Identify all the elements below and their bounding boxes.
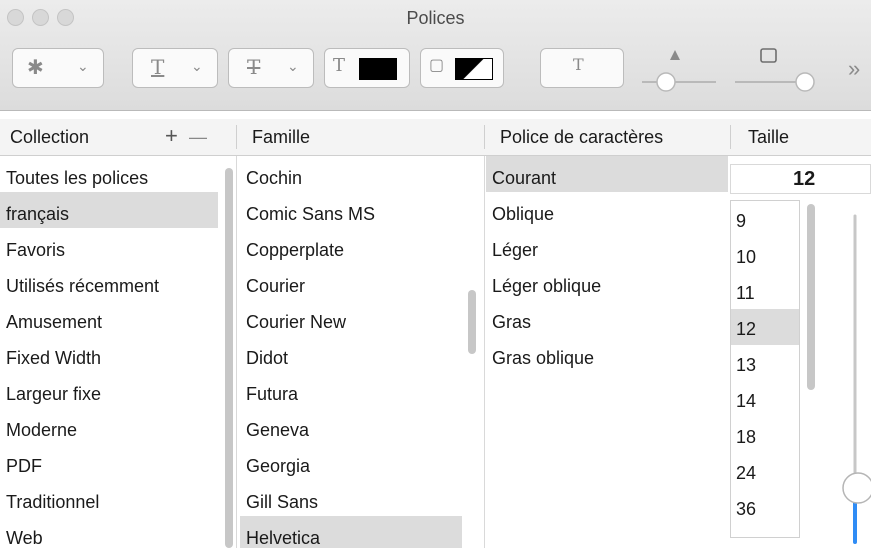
list-item[interactable]: Léger oblique bbox=[486, 264, 728, 300]
window-title: Polices bbox=[406, 8, 465, 28]
list-item[interactable]: Oblique bbox=[486, 192, 728, 228]
list-item[interactable]: Futura bbox=[240, 372, 462, 408]
text-strikethrough-icon: T bbox=[247, 55, 261, 79]
families-scrollbar[interactable] bbox=[468, 290, 476, 354]
remove-collection-button[interactable]: — bbox=[189, 127, 207, 148]
list-item[interactable]: Fixed Width bbox=[0, 336, 218, 372]
list-item[interactable]: 11 bbox=[731, 273, 799, 309]
collection-header: Collection bbox=[10, 127, 90, 147]
chevron-down-icon: ⌄ bbox=[77, 58, 89, 74]
column-header-row: Collection + — Famille Police de caractè… bbox=[0, 119, 871, 156]
list-item[interactable]: Geneva bbox=[240, 408, 462, 444]
text-color-icon: T bbox=[333, 55, 346, 76]
families-list: Cochin Comic Sans MS Copperplate Courier… bbox=[240, 156, 462, 548]
shadow-opacity-slider[interactable] bbox=[640, 44, 720, 94]
toolbar: Polices ✱ ⌄ T ⌄ T ⌄ T ▢ T » bbox=[0, 0, 871, 111]
action-menu-button[interactable]: ✱ ⌄ bbox=[12, 48, 104, 88]
list-item[interactable]: 24 bbox=[731, 453, 799, 489]
triangle-up-icon bbox=[670, 50, 680, 60]
list-item[interactable]: Toutes les polices bbox=[0, 156, 218, 192]
size-slider[interactable] bbox=[836, 210, 871, 548]
list-item[interactable]: Courier bbox=[240, 264, 462, 300]
list-item[interactable]: Gras oblique bbox=[486, 336, 728, 372]
list-item[interactable]: Léger bbox=[486, 228, 728, 264]
list-item[interactable]: Web bbox=[0, 516, 218, 548]
list-item[interactable]: Georgia bbox=[240, 444, 462, 480]
typeface-header: Police de caractères bbox=[500, 127, 664, 147]
list-item[interactable]: Didot bbox=[240, 336, 462, 372]
list-item[interactable]: Amusement bbox=[0, 300, 218, 336]
list-item[interactable]: Copperplate bbox=[240, 228, 462, 264]
slider-knob bbox=[842, 472, 871, 504]
document-color-swatch bbox=[455, 58, 493, 80]
list-item[interactable]: Cochin bbox=[240, 156, 462, 192]
list-item[interactable]: Gill Sans bbox=[240, 480, 462, 516]
strikethrough-button[interactable]: T ⌄ bbox=[228, 48, 314, 88]
column-separator bbox=[484, 156, 485, 548]
underline-button[interactable]: T ⌄ bbox=[132, 48, 218, 88]
header-separator bbox=[236, 125, 237, 149]
size-input[interactable]: 12 bbox=[730, 164, 871, 194]
list-item[interactable]: 18 bbox=[731, 417, 799, 453]
typefaces-list: Courant Oblique Léger Léger oblique Gras… bbox=[486, 156, 728, 548]
list-item[interactable]: Favoris bbox=[0, 228, 218, 264]
list-item[interactable]: 9 bbox=[731, 201, 799, 237]
size-input-value: 12 bbox=[793, 168, 816, 190]
slider-knob bbox=[795, 72, 815, 92]
header-separator bbox=[484, 125, 485, 149]
document-icon: ▢ bbox=[429, 55, 445, 74]
text-underline-icon: T bbox=[151, 55, 165, 79]
list-item[interactable]: Gras bbox=[486, 300, 728, 336]
slider-knob bbox=[656, 72, 676, 92]
list-item[interactable]: Traditionnel bbox=[0, 480, 218, 516]
family-header: Famille bbox=[252, 127, 311, 147]
list-item[interactable]: Moderne bbox=[0, 408, 218, 444]
overflow-more-button[interactable]: » bbox=[848, 56, 860, 82]
column-separator bbox=[236, 156, 237, 548]
list-item-selected[interactable]: Courant bbox=[486, 156, 728, 192]
header-separator bbox=[730, 125, 731, 149]
size-header: Taille bbox=[748, 127, 790, 147]
list-item[interactable]: Comic Sans MS bbox=[240, 192, 462, 228]
gear-icon: ✱ bbox=[27, 55, 44, 79]
size-list-scrollbar[interactable] bbox=[807, 204, 815, 390]
list-item-selected[interactable]: Helvetica bbox=[240, 516, 462, 548]
collections-scrollbar[interactable] bbox=[225, 168, 233, 548]
add-collection-button[interactable]: + bbox=[165, 123, 178, 149]
list-item-selected[interactable]: français bbox=[0, 192, 218, 228]
list-item[interactable]: Largeur fixe bbox=[0, 372, 218, 408]
collections-list: Toutes les polices français Favoris Util… bbox=[0, 156, 218, 548]
text-color-swatch bbox=[359, 58, 397, 80]
shadow-blur-slider[interactable] bbox=[733, 44, 823, 94]
list-item[interactable]: 10 bbox=[731, 237, 799, 273]
chevron-down-icon: ⌄ bbox=[191, 58, 203, 74]
size-list: 9 10 11 12 13 14 18 24 36 bbox=[730, 200, 800, 538]
list-item[interactable]: Courier New bbox=[240, 300, 462, 336]
list-item[interactable]: 13 bbox=[731, 345, 799, 381]
list-item-selected[interactable]: 12 bbox=[731, 309, 799, 345]
list-item[interactable]: 14 bbox=[731, 381, 799, 417]
list-item[interactable]: Utilisés récemment bbox=[0, 264, 218, 300]
list-item[interactable]: 36 bbox=[731, 489, 799, 525]
text-shadow-icon: T bbox=[573, 55, 584, 74]
list-item[interactable]: PDF bbox=[0, 444, 218, 480]
square-icon bbox=[760, 48, 777, 63]
document-color-button[interactable]: ▢ bbox=[420, 48, 504, 88]
text-shadow-button[interactable]: T bbox=[540, 48, 624, 88]
chevron-down-icon: ⌄ bbox=[287, 58, 299, 74]
text-color-button[interactable]: T bbox=[324, 48, 410, 88]
